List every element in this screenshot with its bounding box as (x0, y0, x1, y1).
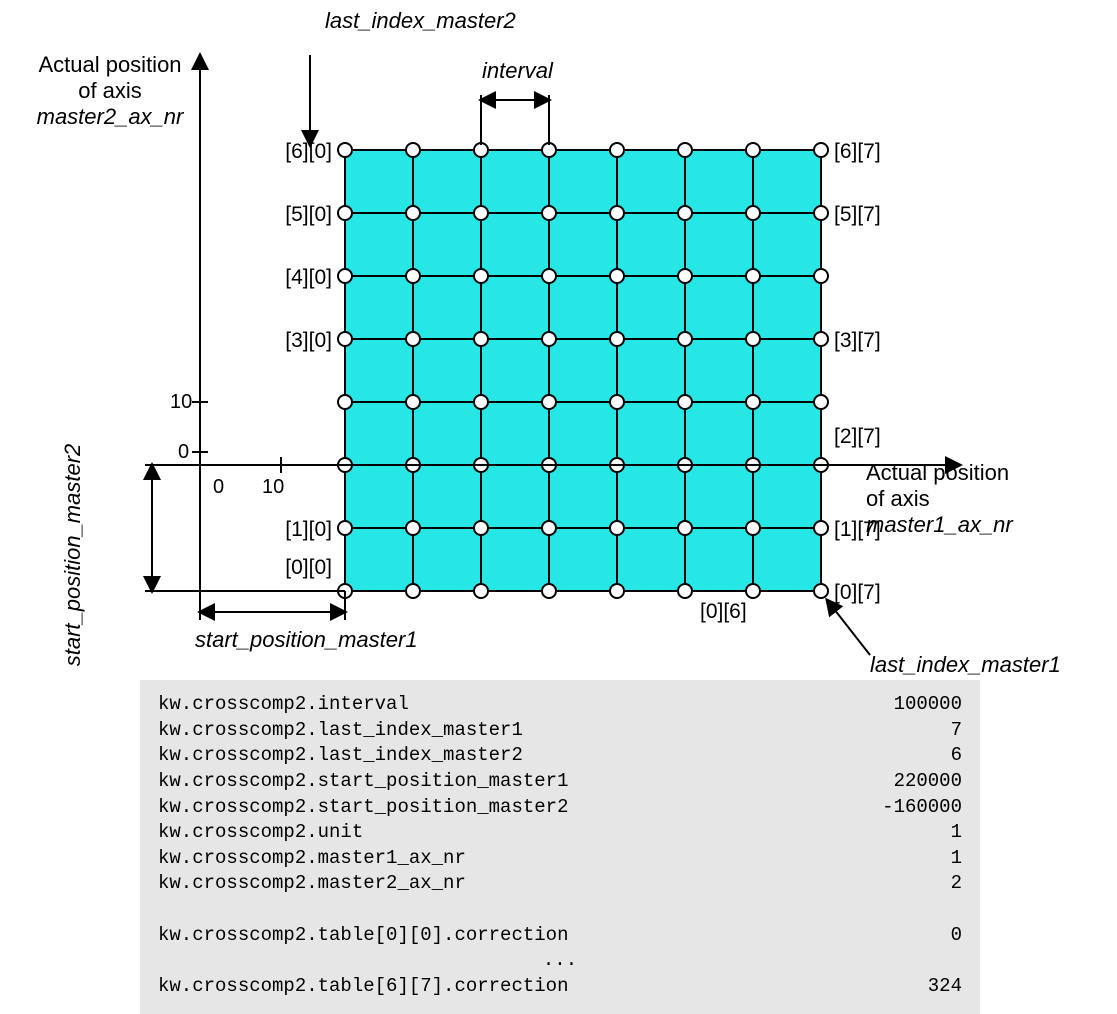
svg-text:[6][7]: [6][7] (834, 140, 881, 163)
svg-text:[3][7]: [3][7] (834, 329, 881, 352)
svg-text:[4][0]: [4][0] (285, 266, 332, 289)
diagram-svg: Actual position of axis master2_ax_nr Ac… (0, 0, 1117, 680)
left-index-labels: [6][0] [5][0] [4][0] [3][0] [1][0] [0][0… (285, 140, 332, 579)
svg-text:[6][0]: [6][0] (285, 140, 332, 163)
svg-text:of axis: of axis (866, 486, 930, 511)
svg-text:master1_ax_nr: master1_ax_nr (866, 512, 1014, 537)
last-idx-m1-label: last_index_master1 (870, 652, 1061, 677)
svg-text:[0][0]: [0][0] (285, 556, 332, 579)
interval-bracket (481, 95, 549, 145)
code-row: kw.crosscomp2.last_index_master26 (158, 743, 962, 769)
svg-text:Actual position: Actual position (866, 460, 1009, 485)
svg-text:[2][7]: [2][7] (834, 425, 881, 448)
svg-text:10: 10 (262, 476, 284, 498)
bottom-index-label: [0][6] (700, 600, 747, 623)
x-axis-title: Actual position of axis master1_ax_nr (866, 460, 1014, 537)
svg-text:master2_ax_nr: master2_ax_nr (37, 104, 185, 129)
axis-ticks (192, 402, 281, 473)
code-row: kw.crosscomp2.master1_ax_nr1 (158, 846, 962, 872)
code-row: kw.crosscomp2.unit1 (158, 820, 962, 846)
code-row (158, 897, 962, 923)
svg-text:[1][0]: [1][0] (285, 518, 332, 541)
svg-text:[5][0]: [5][0] (285, 203, 332, 226)
svg-text:10: 10 (170, 391, 192, 413)
svg-text:[3][0]: [3][0] (285, 329, 332, 352)
code-row: kw.crosscomp2.last_index_master17 (158, 718, 962, 744)
code-ellipsis: ... (158, 948, 962, 974)
svg-text:of axis: of axis (78, 78, 142, 103)
code-row: kw.crosscomp2.start_position_master12200… (158, 769, 962, 795)
interval-label: interval (482, 58, 554, 83)
svg-text:[0][7]: [0][7] (834, 581, 881, 604)
tick-labels: 10 0 0 10 (170, 391, 284, 498)
svg-text:0: 0 (213, 476, 224, 498)
svg-text:Actual position: Actual position (38, 52, 181, 77)
y-axis-title: Actual position of axis master2_ax_nr (37, 52, 185, 129)
code-row: kw.crosscomp2.start_position_master2-160… (158, 795, 962, 821)
code-row: kw.crosscomp2.interval100000 (158, 692, 962, 718)
figure-container: Actual position of axis master2_ax_nr Ac… (0, 0, 1117, 959)
code-row: kw.crosscomp2.table[6][7].correction324 (158, 974, 962, 1000)
start-pos-m2-label: start_position_master2 (60, 444, 85, 667)
right-index-labels: [6][7] [5][7] [3][7] [2][7] [1][7] [0][7… (834, 140, 881, 604)
svg-text:0: 0 (178, 441, 189, 463)
last-idx-m1-arrow (827, 600, 870, 655)
svg-text:[5][7]: [5][7] (834, 203, 881, 226)
svg-text:[1][7]: [1][7] (834, 518, 881, 541)
parameter-code-block: kw.crosscomp2.interval100000 kw.crosscom… (140, 680, 980, 1014)
code-row: kw.crosscomp2.master2_ax_nr2 (158, 871, 962, 897)
code-row: kw.crosscomp2.table[0][0].correction0 (158, 923, 962, 949)
start-pos-m1-label: start_position_master1 (195, 627, 418, 652)
last-idx-m2-label: last_index_master2 (325, 8, 516, 33)
